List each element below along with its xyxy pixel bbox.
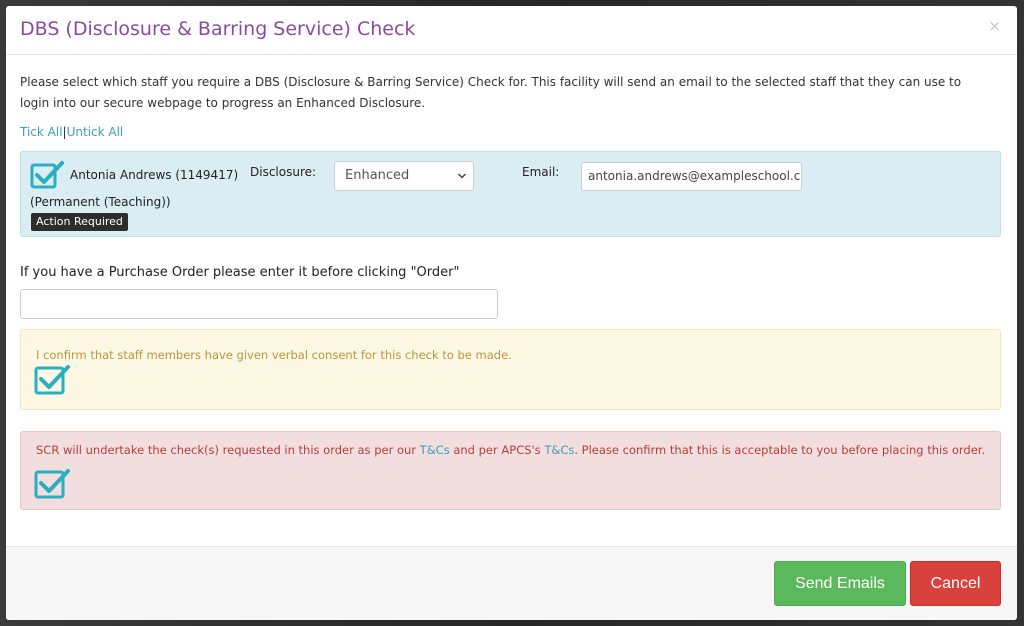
purchase-order-label: If you have a Purchase Order please ente… [20,265,460,280]
modal-footer: Send Emails Cancel [6,546,1017,620]
apcs-terms-link[interactable]: T&Cs [544,443,574,457]
dbs-check-modal: DBS (Disclosure & Barring Service) Check… [6,6,1017,620]
terms-text: SCR will undertake the check(s) requeste… [36,443,985,457]
modal-header: DBS (Disclosure & Barring Service) Check… [6,6,1017,55]
scr-terms-link[interactable]: T&Cs [420,443,450,457]
tick-links: Tick All|Untick All [20,125,123,139]
disclosure-label: Disclosure: [250,165,317,179]
send-emails-button[interactable]: Send Emails [774,561,906,606]
disclosure-select[interactable]: Enhanced [334,161,474,191]
terms-text-before: SCR will undertake the check(s) requeste… [36,443,420,457]
checkbox-checked-icon[interactable] [34,363,70,395]
consent-panel: I confirm that staff members have given … [20,329,1001,410]
staff-row: Antonia Andrews (1149417) (Permanent (Te… [20,151,1001,237]
intro-text: Please select which staff you require a … [20,75,962,110]
staff-role: (Permanent (Teaching)) [30,195,171,209]
untick-all-link[interactable]: Untick All [67,125,124,139]
checkbox-checked-icon[interactable] [30,160,64,190]
email-field[interactable]: antonia.andrews@exampleschool.c [581,162,802,191]
status-badge: Action Required [31,213,128,231]
purchase-order-input[interactable] [20,289,498,319]
tick-all-link[interactable]: Tick All [20,125,63,139]
modal-title: DBS (Disclosure & Barring Service) Check [20,18,416,40]
terms-text-after: . Please confirm that this is acceptable… [574,443,986,457]
email-label: Email: [522,165,560,179]
consent-text: I confirm that staff members have given … [36,348,512,362]
staff-name: Antonia Andrews (1149417) [70,168,239,182]
terms-panel: SCR will undertake the check(s) requeste… [20,431,1001,510]
disclosure-value: Enhanced [345,168,410,183]
cancel-button[interactable]: Cancel [910,561,1001,606]
checkbox-checked-icon[interactable] [34,467,70,499]
chevron-down-icon [457,162,467,190]
terms-text-middle: and per APCS's [449,443,545,457]
close-icon[interactable]: × [988,17,1001,35]
